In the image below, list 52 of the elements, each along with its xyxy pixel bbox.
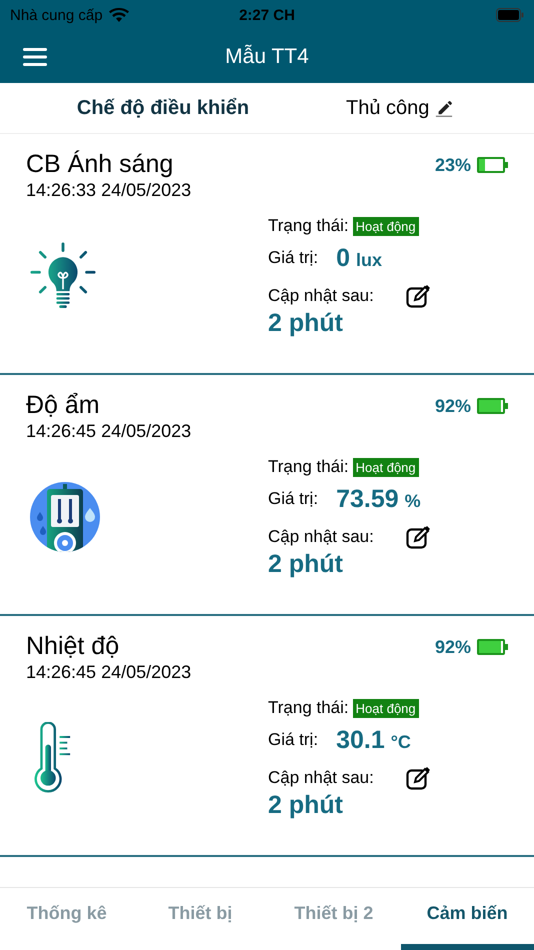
update-interval: 2 phút <box>268 550 344 579</box>
edit-button[interactable] <box>406 284 432 308</box>
timestamp: 14:26:45 24/05/2023 <box>26 661 192 683</box>
timestamp: 14:26:33 24/05/2023 <box>26 179 192 201</box>
edit-icon <box>406 525 432 549</box>
edit-icon <box>406 284 432 308</box>
status-label: Trạng thái: <box>268 216 349 236</box>
value-label: Giá trị: <box>268 730 318 750</box>
status-label: Trạng thái: <box>268 698 349 718</box>
value-label: Giá trị: <box>268 248 318 268</box>
value-label: Giá trị: <box>268 489 318 509</box>
lightbulb-icon <box>30 242 96 310</box>
status-badge: Hoạt động <box>352 458 419 476</box>
value-unit: °C <box>390 732 411 752</box>
battery-percent: 92% <box>434 396 471 416</box>
update-interval: 2 phút <box>268 309 344 338</box>
edit-button[interactable] <box>406 525 432 549</box>
tab[interactable]: Thống kê <box>0 888 134 950</box>
value-unit: lux <box>356 250 382 270</box>
status-badge: Hoạt động <box>352 216 419 236</box>
value-unit: % <box>404 490 421 512</box>
battery-percent: 23% <box>434 154 471 176</box>
sensor-name: Nhiệt độ <box>26 631 120 661</box>
clock-time: 2:27 CH <box>239 6 295 24</box>
tab[interactable]: Cảm biến <box>400 888 534 950</box>
tab[interactable]: Thiết bị <box>134 888 267 950</box>
menu-icon <box>23 46 47 66</box>
wifi-icon <box>108 8 129 22</box>
mode-selector[interactable]: Thủ công <box>346 96 454 120</box>
update-interval: 2 phút <box>268 791 344 820</box>
sensor-name: Độ ẩm <box>26 390 101 420</box>
pencil-icon <box>435 99 454 117</box>
humidity-meter-icon <box>30 482 100 552</box>
mode-label: Chế độ điều khiển <box>76 96 250 120</box>
update-label: Cập nhật sau: <box>268 527 374 547</box>
battery-icon <box>496 8 524 22</box>
status-label: Trạng thái: <box>268 457 349 477</box>
carrier-name: Nhà cung cấp <box>10 6 103 24</box>
timestamp: 14:26:45 24/05/2023 <box>26 420 192 442</box>
edit-icon <box>406 766 432 790</box>
sensor-value: 73.59 <box>336 484 399 514</box>
tab[interactable]: Thiết bị 2 <box>267 888 400 950</box>
update-label: Cập nhật sau: <box>268 286 374 306</box>
edit-button[interactable] <box>406 766 432 790</box>
battery-percent: 92% <box>434 636 471 658</box>
status-badge: Hoạt động <box>352 698 419 718</box>
screen-title: Mẫu TT4 <box>224 44 310 68</box>
sensor-name: CB Ánh sáng <box>26 149 174 179</box>
menu-button[interactable] <box>23 46 47 66</box>
sensor-value: 30.1 <box>336 726 385 754</box>
update-label: Cập nhật sau: <box>268 768 374 788</box>
sensor-value: 0 <box>336 244 350 272</box>
